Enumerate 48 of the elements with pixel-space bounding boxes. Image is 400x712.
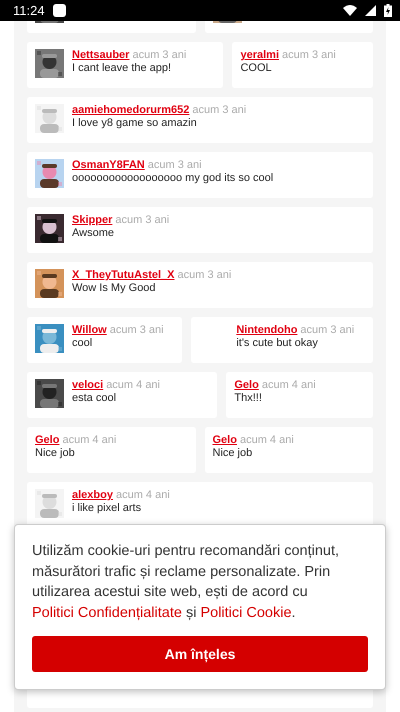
comment-time: acum 3 ani <box>178 269 232 281</box>
comment-text: Wow Is My Good <box>72 282 157 294</box>
privacy-link[interactable]: Politici Confidențialitate <box>32 604 182 620</box>
comment-text: Awsome <box>72 227 115 239</box>
comment-time: acum 3 ani <box>282 49 336 61</box>
comment-text: cool <box>72 337 94 349</box>
comment-time: acum 4 ani <box>116 489 170 501</box>
username-link[interactable]: yeralmi <box>240 49 279 61</box>
comment-text: COOL <box>240 62 273 74</box>
username-link[interactable]: Skipper <box>72 214 112 226</box>
comment-time: acum 3 ani <box>110 324 164 336</box>
comment-text: Nice job <box>35 447 76 459</box>
comment-text: oooooooooooooooooo my god its so cool <box>72 172 274 184</box>
comment-text: I love y8 game so amazin <box>72 117 198 129</box>
comment-text: i like pixel arts <box>72 502 142 514</box>
comment-time: acum 3 ani <box>192 104 246 116</box>
comment-time: acum 4 ani <box>62 434 116 446</box>
comment-time: acum 4 ani <box>262 379 316 391</box>
username-link[interactable]: alexboy <box>72 489 113 501</box>
username-link[interactable]: aamiehomedorurm652 <box>72 104 190 116</box>
comment-time: acum 3 ani <box>300 324 354 336</box>
username-link[interactable]: Gelo <box>35 434 60 446</box>
username-link[interactable]: veloci <box>72 379 104 391</box>
comment-time: acum 3 ani <box>115 214 170 226</box>
username-link[interactable]: Gelo <box>212 434 237 446</box>
battery-icon <box>384 4 392 17</box>
username-link[interactable]: Gelo <box>234 379 259 391</box>
username-link[interactable]: X_TheyTutuAstel_X <box>72 269 174 281</box>
comment-time: acum 4 ani <box>106 379 160 391</box>
comment-time: acum 3 ani <box>132 49 186 61</box>
cookie-message: Utilizăm cookie-uri pentru recomandări conținut, măsurători trafic și reclame personalizate. Prin utilizarea acestui site web, ești de acord cu Politici Confidențialitate și Politici Cookie. <box>32 542 340 622</box>
username-link[interactable]: Nettsauber <box>72 49 130 61</box>
comment-text: Nice job <box>212 447 254 459</box>
accept-button[interactable]: Am înțeles <box>32 636 368 672</box>
username-link[interactable]: Nintendoho <box>236 324 298 336</box>
notification-icon <box>52 4 66 17</box>
signal-icon <box>365 5 376 16</box>
username-link[interactable]: OsmanY8FAN <box>72 159 145 171</box>
comment-text: Thx!!! <box>234 392 263 404</box>
comment-text: I cant leave the app! <box>72 62 172 74</box>
comment-time: acum 3 ani <box>148 159 202 171</box>
status-time: 11:24 <box>13 3 45 18</box>
wifi-icon <box>343 5 357 16</box>
comment-text: esta cool <box>72 392 118 404</box>
cookie-policy-link[interactable]: Politici Cookie <box>200 604 292 620</box>
username-link[interactable]: Willow <box>72 324 107 336</box>
comment-text: it's cute but okay <box>236 337 319 349</box>
comment-time: acum 4 ani <box>240 434 294 446</box>
